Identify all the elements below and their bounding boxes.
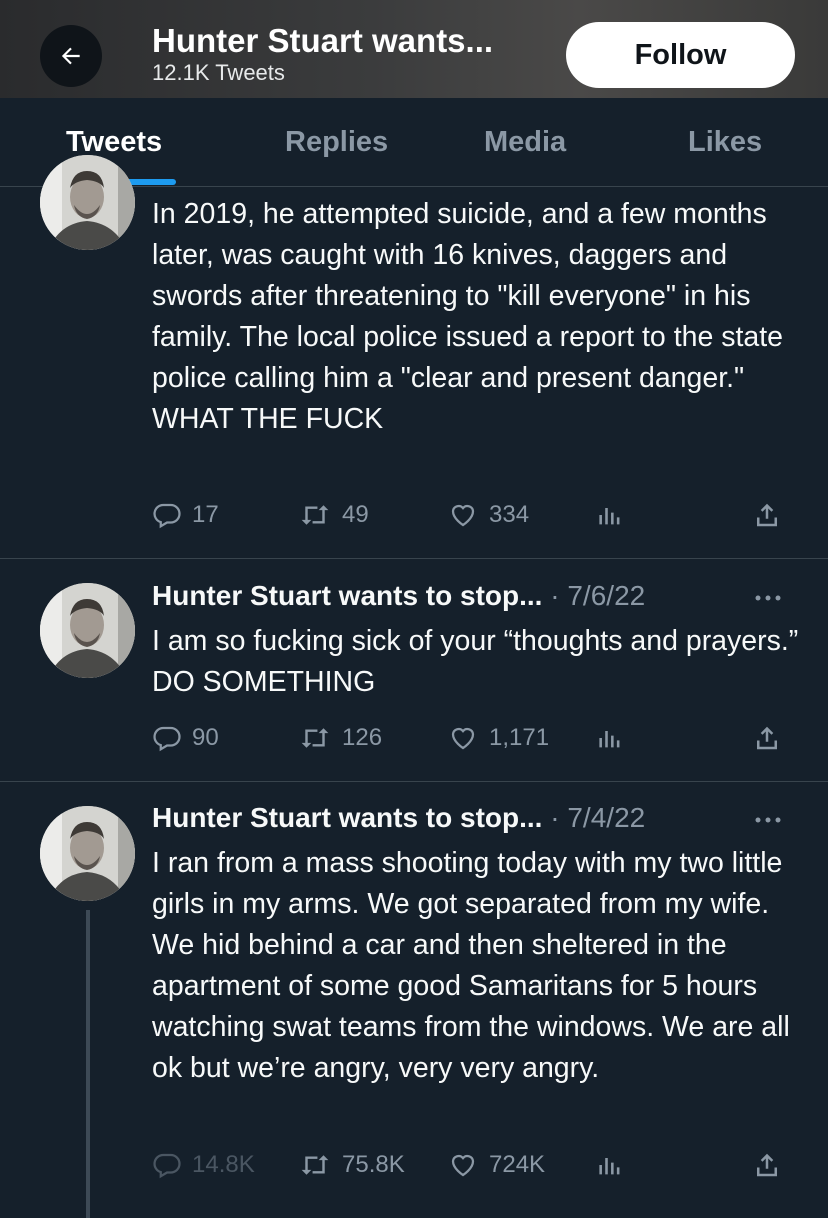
tweet-count: 12.1K Tweets bbox=[152, 60, 285, 85]
share-icon bbox=[757, 726, 777, 750]
author-name[interactable]: Hunter Stuart wants to stop... bbox=[152, 580, 542, 611]
share-button[interactable] bbox=[752, 1150, 792, 1180]
tweet-date[interactable]: 7/6/22 bbox=[567, 580, 645, 611]
separator-dot: · bbox=[550, 802, 560, 833]
like-count: 1,171 bbox=[489, 724, 550, 751]
share-button[interactable] bbox=[752, 500, 792, 530]
retweet-icon bbox=[301, 1155, 329, 1175]
views-icon bbox=[599, 508, 620, 525]
tweet-date[interactable]: 7/4/22 bbox=[567, 802, 645, 833]
retweet-button[interactable]: 49 bbox=[298, 500, 369, 530]
views-button[interactable] bbox=[596, 500, 634, 530]
more-options-button[interactable] bbox=[750, 810, 786, 835]
retweet-button[interactable]: 75.8K bbox=[298, 1150, 405, 1180]
author-name[interactable]: Hunter Stuart wants to stop... bbox=[152, 802, 542, 833]
reply-button[interactable]: 90 bbox=[152, 723, 219, 753]
views-button[interactable] bbox=[596, 1150, 634, 1180]
retweet-count: 49 bbox=[342, 501, 369, 528]
views-icon bbox=[599, 731, 620, 748]
back-button[interactable] bbox=[40, 25, 102, 87]
avatar-photo bbox=[40, 583, 135, 678]
separator-dot: · bbox=[550, 580, 560, 611]
profile-header: Hunter Stuart wants... 12.1K Tweets Foll… bbox=[0, 0, 828, 98]
views-button[interactable] bbox=[596, 723, 634, 753]
reply-button[interactable]: 17 bbox=[152, 500, 219, 530]
avatar[interactable] bbox=[40, 583, 135, 678]
tweet-text: In 2019, he attempted suicide, and a few… bbox=[152, 198, 784, 435]
reply-icon bbox=[153, 726, 181, 752]
share-icon bbox=[757, 503, 777, 527]
share-button[interactable] bbox=[752, 723, 792, 753]
more-options-button[interactable] bbox=[750, 588, 786, 613]
heart-icon bbox=[451, 727, 475, 750]
retweet-count: 126 bbox=[342, 724, 383, 751]
share-icon bbox=[757, 1153, 777, 1177]
reply-count: 14.8K bbox=[192, 1151, 255, 1178]
heart-icon bbox=[451, 1154, 475, 1177]
tweet-header: Hunter Stuart wants to stop... · 7/6/22 bbox=[152, 580, 645, 612]
arrow-left-icon bbox=[61, 47, 80, 65]
tweet-divider bbox=[0, 781, 828, 782]
reply-count: 17 bbox=[192, 501, 219, 528]
like-button[interactable]: 724K bbox=[447, 1150, 545, 1180]
retweet-icon bbox=[301, 728, 329, 748]
avatar[interactable] bbox=[40, 806, 135, 901]
tweet-text: I am so fucking sick of your “thoughts a… bbox=[152, 625, 799, 698]
like-button[interactable]: 334 bbox=[447, 500, 529, 530]
views-icon bbox=[599, 1158, 620, 1175]
reply-icon bbox=[153, 1153, 181, 1179]
reply-count: 90 bbox=[192, 724, 219, 751]
tab-media[interactable]: Media bbox=[484, 98, 566, 186]
retweet-count: 75.8K bbox=[342, 1151, 405, 1178]
like-count: 724K bbox=[489, 1151, 546, 1178]
retweet-button[interactable]: 126 bbox=[298, 723, 382, 753]
tweet-header: Hunter Stuart wants to stop... · 7/4/22 bbox=[152, 802, 645, 834]
more-icon bbox=[755, 595, 781, 601]
tab-likes[interactable]: Likes bbox=[688, 98, 762, 186]
profile-name: Hunter Stuart wants... bbox=[152, 22, 494, 59]
reply-icon bbox=[153, 503, 181, 529]
heart-icon bbox=[451, 504, 475, 527]
like-button[interactable]: 1,171 bbox=[447, 723, 549, 753]
like-count: 334 bbox=[489, 501, 530, 528]
more-icon bbox=[755, 817, 781, 823]
tab-replies[interactable]: Replies bbox=[285, 98, 388, 186]
reply-button[interactable]: 14.8K bbox=[152, 1150, 255, 1180]
follow-button[interactable]: Follow bbox=[566, 22, 795, 88]
tweet-text: I ran from a mass shooting today with my… bbox=[152, 847, 790, 1084]
avatar-photo bbox=[40, 155, 135, 250]
avatar[interactable] bbox=[40, 155, 135, 250]
thread-connector bbox=[86, 910, 90, 1218]
tweet-divider bbox=[0, 558, 828, 559]
avatar-photo bbox=[40, 806, 135, 901]
retweet-icon bbox=[301, 505, 329, 525]
